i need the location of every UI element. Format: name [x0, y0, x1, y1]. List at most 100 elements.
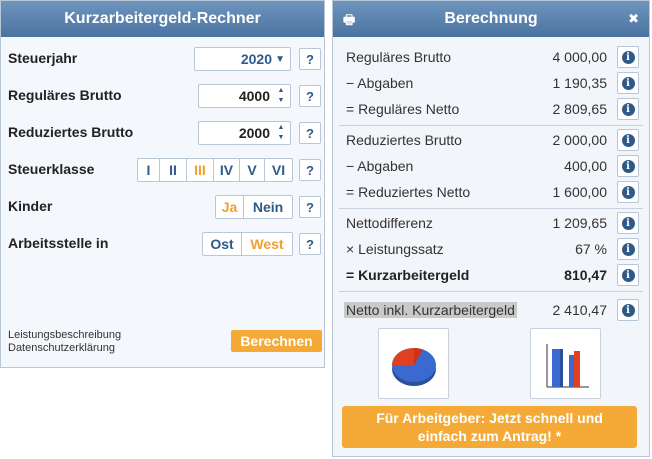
row-steuerklasse: Steuerklasse I II III IV V VI ? [1, 155, 324, 185]
info-icon: i [621, 242, 635, 256]
steuerjahr-value: 2020 [240, 51, 272, 67]
result-label: = Kurzarbeitergeld [346, 267, 470, 283]
reduziert-value: 2000 [238, 125, 270, 141]
brutto-value: 4000 [238, 88, 270, 104]
info-icon: i [621, 102, 635, 116]
steuerklasse-option-4[interactable]: IV [214, 159, 240, 181]
result-label: Nettodifferenz [346, 215, 433, 231]
info-icon: i [621, 268, 635, 282]
info-button[interactable]: i [617, 299, 639, 321]
info-button[interactable]: i [617, 212, 639, 234]
pie-chart-button[interactable] [378, 328, 449, 399]
help-button-steuerklasse[interactable]: ? [299, 159, 321, 181]
result-row: Nettodifferenz 1 209,65 i [333, 210, 649, 236]
info-icon: i [621, 303, 635, 317]
info-button[interactable]: i [617, 98, 639, 120]
arbeitsstelle-segmented: Ost West [202, 232, 293, 256]
info-icon: i [621, 76, 635, 90]
steuerklasse-option-2[interactable]: II [160, 159, 187, 181]
employer-cta-button[interactable]: Für Arbeitgeber: Jetzt schnell und einfa… [342, 406, 637, 448]
row-brutto: Reguläres Brutto 4000 ▲ ▼ ? [1, 81, 324, 111]
info-icon: i [621, 133, 635, 147]
reduziert-input[interactable]: 2000 ▲ ▼ [198, 121, 291, 145]
kinder-option-ja[interactable]: Ja [216, 196, 244, 218]
steuerklasse-segmented: I II III IV V VI [137, 158, 293, 182]
steuerklasse-option-3[interactable]: III [187, 159, 214, 181]
label-kinder: Kinder [8, 198, 53, 214]
calculator-panel: Kurzarbeitergeld-Rechner Steuerjahr 2020… [0, 0, 325, 368]
info-icon: i [621, 50, 635, 64]
result-label: Reguläres Brutto [346, 49, 452, 65]
result-row: × Leistungssatz 67 % i [333, 236, 649, 262]
label-brutto: Reguläres Brutto [8, 87, 122, 103]
link-leistungsbeschreibung[interactable]: Leistungsbeschreibung [8, 329, 121, 342]
info-button[interactable]: i [617, 181, 639, 203]
footer-links: Leistungsbeschreibung Datenschutzerkläru… [8, 329, 121, 355]
chevron-down-icon: ▼ [275, 54, 285, 65]
row-reduziert: Reduziertes Brutto 2000 ▲ ▼ ? [1, 118, 324, 148]
result-label: Netto inkl. Kurzarbeitergeld [344, 302, 517, 318]
spinner-up-icon[interactable]: ▲ [278, 124, 285, 132]
row-steuerjahr: Steuerjahr 2020 ▼ ? [1, 44, 324, 74]
info-button[interactable]: i [617, 129, 639, 151]
help-button-kinder[interactable]: ? [299, 196, 321, 218]
steuerklasse-option-6[interactable]: VI [265, 159, 292, 181]
result-header: 🖶 Berechnung ✖ [333, 1, 649, 37]
spinner-down-icon[interactable]: ▼ [278, 97, 285, 105]
result-label-highlight: Netto inkl. Kurzarbeitergeld [344, 302, 517, 318]
calculate-button[interactable]: Berechnen [231, 330, 322, 352]
result-value: 2 410,47 [552, 302, 608, 318]
info-button[interactable]: i [617, 238, 639, 260]
label-arbeitsstelle: Arbeitsstelle in [8, 235, 109, 251]
link-datenschutz[interactable]: Datenschutzerklärung [8, 342, 121, 355]
bar-chart-button[interactable] [530, 328, 601, 399]
info-button[interactable]: i [617, 264, 639, 286]
info-icon: i [621, 185, 635, 199]
info-button[interactable]: i [617, 72, 639, 94]
info-icon: i [621, 216, 635, 230]
divider [339, 208, 643, 209]
result-label: − Abgaben [346, 158, 414, 174]
result-value: 4 000,00 [552, 49, 608, 65]
result-row: − Abgaben 1 190,35 i [333, 70, 649, 96]
result-row-total: Netto inkl. Kurzarbeitergeld 2 410,47 i [333, 297, 649, 323]
kinder-segmented: Ja Nein [215, 195, 293, 219]
help-button-brutto[interactable]: ? [299, 85, 321, 107]
row-kinder: Kinder Ja Nein ? [1, 192, 324, 222]
steuerklasse-option-1[interactable]: I [138, 159, 160, 181]
kinder-option-nein[interactable]: Nein [244, 196, 292, 218]
steuerjahr-select[interactable]: 2020 ▼ [194, 47, 291, 71]
reduziert-spinner[interactable]: ▲ ▼ [275, 124, 287, 142]
info-icon: i [621, 159, 635, 173]
help-button-reduziert[interactable]: ? [299, 122, 321, 144]
brutto-input[interactable]: 4000 ▲ ▼ [198, 84, 291, 108]
info-button[interactable]: i [617, 46, 639, 68]
spinner-down-icon[interactable]: ▼ [278, 134, 285, 142]
result-label: × Leistungssatz [346, 241, 444, 257]
result-label: Reduziertes Brutto [346, 132, 462, 148]
help-button-arbeitsstelle[interactable]: ? [299, 233, 321, 255]
spinner-up-icon[interactable]: ▲ [278, 87, 285, 95]
brutto-spinner[interactable]: ▲ ▼ [275, 87, 287, 105]
help-button-steuerjahr[interactable]: ? [299, 48, 321, 70]
result-row: Reguläres Brutto 4 000,00 i [333, 44, 649, 70]
arbeitsstelle-option-west[interactable]: West [242, 233, 292, 255]
label-steuerjahr: Steuerjahr [8, 50, 78, 66]
result-value: 2 809,65 [552, 101, 608, 117]
divider [339, 125, 643, 126]
steuerklasse-option-5[interactable]: V [240, 159, 265, 181]
close-icon[interactable]: ✖ [628, 11, 639, 27]
bar-chart-icon [546, 344, 589, 388]
arbeitsstelle-option-ost[interactable]: Ost [203, 233, 242, 255]
divider [339, 291, 643, 292]
result-label: − Abgaben [346, 75, 414, 91]
result-value: 810,47 [564, 267, 607, 283]
info-button[interactable]: i [617, 155, 639, 177]
result-value: 1 190,35 [552, 75, 608, 91]
calculator-title: Kurzarbeitergeld-Rechner [64, 10, 261, 27]
label-reduziert: Reduziertes Brutto [8, 124, 134, 140]
print-icon[interactable]: 🖶 [343, 11, 355, 33]
result-label: = Reguläres Netto [346, 101, 460, 117]
result-value: 67 % [575, 241, 607, 257]
label-steuerklasse: Steuerklasse [8, 161, 95, 177]
